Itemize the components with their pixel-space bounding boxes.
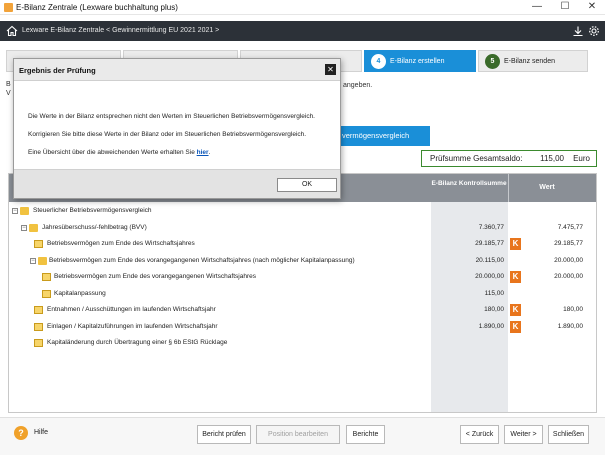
tab-vermoegensvergleich[interactable]: vermögensvergleich	[336, 126, 430, 146]
table-row[interactable]: Einlagen / Kapitalzuführungen im laufend…	[9, 319, 596, 335]
download-icon[interactable]	[572, 25, 584, 37]
table-row[interactable]: Entnahmen / Ausschüttungen im laufenden …	[9, 302, 596, 318]
row-label: Steuerlicher Betriebsvermögensvergleich	[33, 207, 152, 214]
wert-value: 29.185,77	[554, 240, 583, 247]
help-icon[interactable]: ?	[14, 426, 28, 440]
window-titlebar: E-Bilanz Zentrale (Lexware buchhaltung p…	[0, 0, 605, 15]
kontroll-value: 1.890,00	[478, 323, 504, 330]
document-icon	[42, 290, 51, 298]
back-button[interactable]: < Zurück	[460, 425, 499, 444]
collapse-icon[interactable]: −	[21, 225, 27, 231]
bg-letter: V	[6, 90, 11, 97]
settings-gear-icon[interactable]	[588, 25, 600, 37]
step-5-send[interactable]: 5 E-Bilanz senden	[478, 50, 588, 72]
folder-icon	[20, 207, 29, 215]
close-button[interactable]: Schließen	[548, 425, 589, 444]
app-logo-icon	[4, 3, 13, 12]
table-row[interactable]: Betriebsvermögen zum Ende des Wirtschaft…	[9, 236, 596, 252]
folder-icon	[38, 257, 47, 265]
edit-position-button[interactable]: Position bearbeiten	[256, 425, 340, 444]
collapse-icon[interactable]: −	[12, 208, 18, 214]
row-label: Betriebsvermögen zum Ende des vorangegan…	[49, 257, 355, 264]
window-title: E-Bilanz Zentrale (Lexware buchhaltung p…	[16, 3, 178, 12]
checksum-box: Prüfsumme Gesamtsaldo: 115,00 Euro	[421, 150, 597, 167]
link-suffix: .	[208, 149, 211, 156]
step-number: 5	[485, 54, 500, 69]
table-row[interactable]: − Steuerlicher Betriebsvermögensvergleic…	[9, 203, 596, 219]
dialog-message-3: Eine Übersicht über die abweichenden Wer…	[28, 149, 210, 156]
table-row[interactable]: Kapitaländerung durch Übertragung einer …	[9, 335, 596, 351]
table-row[interactable]: Kapitalanpassung 115,00	[9, 286, 596, 302]
dialog-footer: OK	[14, 169, 340, 198]
wert-value: 1.890,00	[557, 323, 583, 330]
check-result-dialog: Ergebnis der Prüfung ✕ Die Werte in der …	[13, 58, 341, 199]
row-label: Jahresüberschuss/-fehlbetrag (BVV)	[42, 224, 147, 231]
step-label: E-Bilanz erstellen	[390, 58, 445, 65]
here-link[interactable]: hier	[197, 149, 209, 156]
row-label: Einlagen / Kapitalzuführungen im laufend…	[47, 323, 218, 330]
kontroll-value: 180,00	[484, 306, 504, 313]
collapse-icon[interactable]: −	[30, 258, 36, 264]
next-button[interactable]: Weiter >	[504, 425, 543, 444]
document-icon	[42, 273, 51, 281]
footer-bar: ? Hilfe Bericht prüfen Position bearbeit…	[0, 417, 605, 455]
document-icon	[34, 240, 43, 248]
col-wert: Wert	[539, 184, 555, 191]
kontroll-value: 115,00	[484, 290, 504, 297]
dialog-message-1: Die Werte in der Bilanz entsprechen nich…	[28, 113, 315, 120]
bvv-table: E-Bilanz Kontrollsumme Wert − Steuerlich…	[8, 173, 597, 413]
row-label: Kapitalanpassung	[54, 290, 106, 297]
document-icon	[34, 323, 43, 331]
kontroll-value: 20.115,00	[475, 257, 504, 264]
col-kontrollsumme: E-Bilanz Kontrollsumme	[431, 180, 507, 187]
maximize-button[interactable]: ☐	[552, 0, 578, 15]
checksum-label: Prüfsumme Gesamtsaldo:	[430, 154, 523, 163]
checksum-currency: Euro	[573, 154, 590, 163]
home-icon[interactable]	[6, 25, 18, 37]
dialog-message-2: Korrigieren Sie bitte diese Werte in der…	[28, 131, 307, 138]
close-window-button[interactable]: ✕	[579, 0, 605, 15]
report-check-button[interactable]: Bericht prüfen	[197, 425, 251, 444]
step-label: E-Bilanz senden	[504, 58, 555, 65]
bg-letter: B	[6, 81, 11, 88]
ok-button[interactable]: OK	[277, 178, 337, 192]
document-icon	[34, 339, 43, 347]
dialog-title: Ergebnis der Prüfung	[19, 66, 96, 75]
dialog-message-3-text: Eine Übersicht über die abweichenden Wer…	[28, 149, 197, 156]
row-label: Entnahmen / Ausschüttungen im laufenden …	[47, 306, 216, 313]
checksum-value: 115,00	[540, 154, 564, 163]
wert-value: 7.475,77	[557, 224, 583, 231]
row-label: Betriebsvermögen zum Ende des Wirtschaft…	[47, 240, 195, 247]
step-number: 4	[371, 54, 386, 69]
table-row[interactable]: − Betriebsvermögen zum Ende des vorangeg…	[9, 253, 596, 269]
reports-button[interactable]: Berichte	[346, 425, 385, 444]
help-label[interactable]: Hilfe	[34, 429, 48, 436]
wert-value: 180,00	[563, 306, 583, 313]
document-icon	[34, 306, 43, 314]
dialog-close-icon[interactable]: ✕	[325, 64, 336, 75]
step-4-create[interactable]: 4 E-Bilanz erstellen	[364, 50, 476, 72]
folder-icon	[29, 224, 38, 232]
dialog-titlebar: Ergebnis der Prüfung ✕	[14, 59, 340, 81]
app-header: Lexware E-Bilanz Zentrale < Gewinnermitt…	[0, 21, 605, 41]
table-row[interactable]: − Jahresüberschuss/-fehlbetrag (BVV) 7.3…	[9, 220, 596, 236]
breadcrumb: Lexware E-Bilanz Zentrale < Gewinnermitt…	[22, 27, 220, 34]
bg-hint-text: angeben.	[343, 82, 373, 89]
kontroll-value: 29.185,77	[475, 240, 504, 247]
minimize-button[interactable]: —	[524, 0, 550, 15]
kontroll-value: 20.000,00	[475, 273, 504, 280]
wert-value: 20.000,00	[554, 273, 583, 280]
wert-value: 20.000,00	[554, 257, 583, 264]
row-label: Kapitaländerung durch Übertragung einer …	[47, 339, 228, 346]
row-label: Betriebsvermögen zum Ende des vorangegan…	[54, 273, 256, 280]
table-row[interactable]: Betriebsvermögen zum Ende des vorangegan…	[9, 269, 596, 285]
kontroll-value: 7.360,77	[478, 224, 504, 231]
